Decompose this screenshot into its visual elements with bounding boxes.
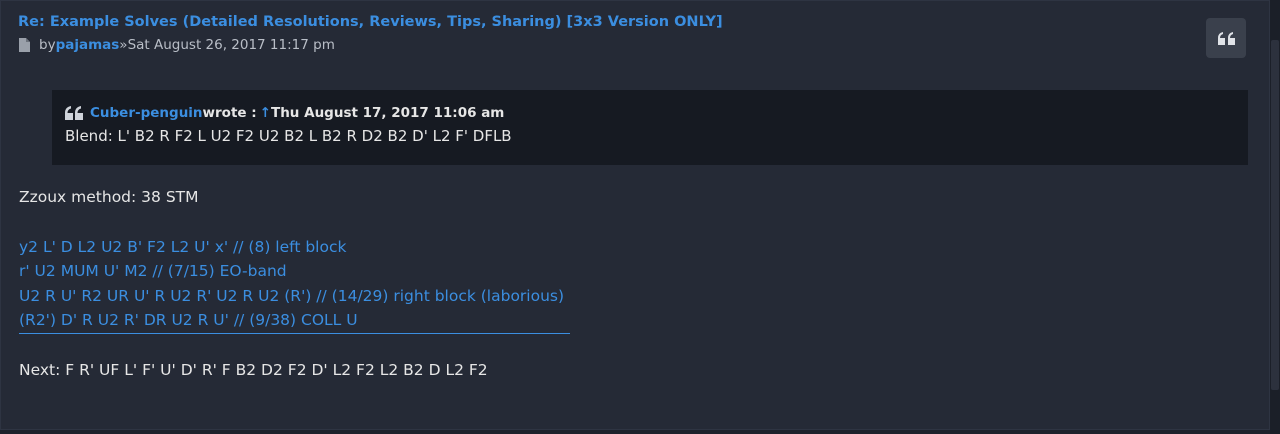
jump-to-post-link[interactable]: ↑	[260, 105, 271, 121]
solution-line-4[interactable]: (R2') D' R U2 R' DR U2 R U' // (9/38) CO…	[19, 308, 570, 334]
by-label: by	[39, 37, 56, 53]
wrote-label: wrote :	[202, 105, 257, 121]
meta-separator: »	[119, 37, 128, 53]
post-author-link[interactable]: pajamas	[56, 37, 120, 53]
post-date: Sat August 26, 2017 11:17 pm	[127, 37, 335, 53]
solution-line-1[interactable]: y2 L' D L2 U2 B' F2 L2 U' x' // (8) left…	[19, 235, 570, 260]
post-content: Zzoux method: 38 STM y2 L' D L2 U2 B' F2…	[19, 185, 570, 382]
quote-author-link[interactable]: Cuber-penguin	[90, 105, 203, 121]
scrollbar-thumb[interactable]	[1271, 40, 1279, 390]
scrollbar[interactable]	[1270, 0, 1280, 434]
next-scramble-line: Next: F R' UF L' F' U' D' R' F B2 D2 F2 …	[19, 360, 488, 379]
solution-line-3[interactable]: U2 R U' R2 UR U' R U2 R' U2 R U2 (R') //…	[19, 284, 570, 309]
quote-block: Cuber-penguin wrote : ↑ Thu August 17, 2…	[52, 90, 1248, 165]
post-meta: by pajamas » Sat August 26, 2017 11:17 p…	[19, 37, 335, 53]
quote-date: Thu August 17, 2017 11:06 am	[270, 105, 505, 121]
quote-button[interactable]	[1206, 18, 1246, 58]
post-container: Re: Example Solves (Detailed Resolutions…	[0, 0, 1270, 430]
method-line: Zzoux method: 38 STM	[19, 188, 199, 206]
quote-icon	[65, 106, 83, 120]
post-title-link[interactable]: Re: Example Solves (Detailed Resolutions…	[18, 14, 723, 30]
quote-text: Blend: L' B2 R F2 L U2 F2 U2 B2 L B2 R D…	[65, 127, 512, 145]
quote-cite: Cuber-penguin wrote : ↑ Thu August 17, 2…	[65, 105, 1248, 121]
solution-line-2[interactable]: r' U2 MUM U' M2 // (7/15) EO-band	[19, 259, 570, 284]
quote-icon	[1217, 31, 1235, 45]
document-icon[interactable]	[19, 38, 30, 52]
